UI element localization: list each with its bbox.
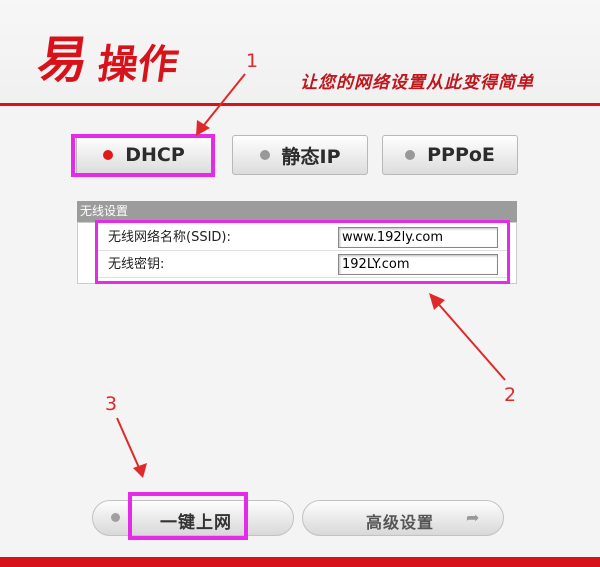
annotation-highlight-connect — [128, 492, 248, 540]
radio-dot-icon — [111, 513, 120, 522]
arrow-3-icon — [116, 417, 147, 478]
forward-arrow-icon: ➦ — [466, 508, 480, 527]
footer-divider — [0, 557, 600, 567]
annotation-arrows — [116, 73, 506, 478]
advanced-settings-label: 高级设置 — [366, 513, 435, 532]
arrow-2-icon — [429, 293, 506, 381]
arrow-1-icon — [196, 73, 246, 136]
